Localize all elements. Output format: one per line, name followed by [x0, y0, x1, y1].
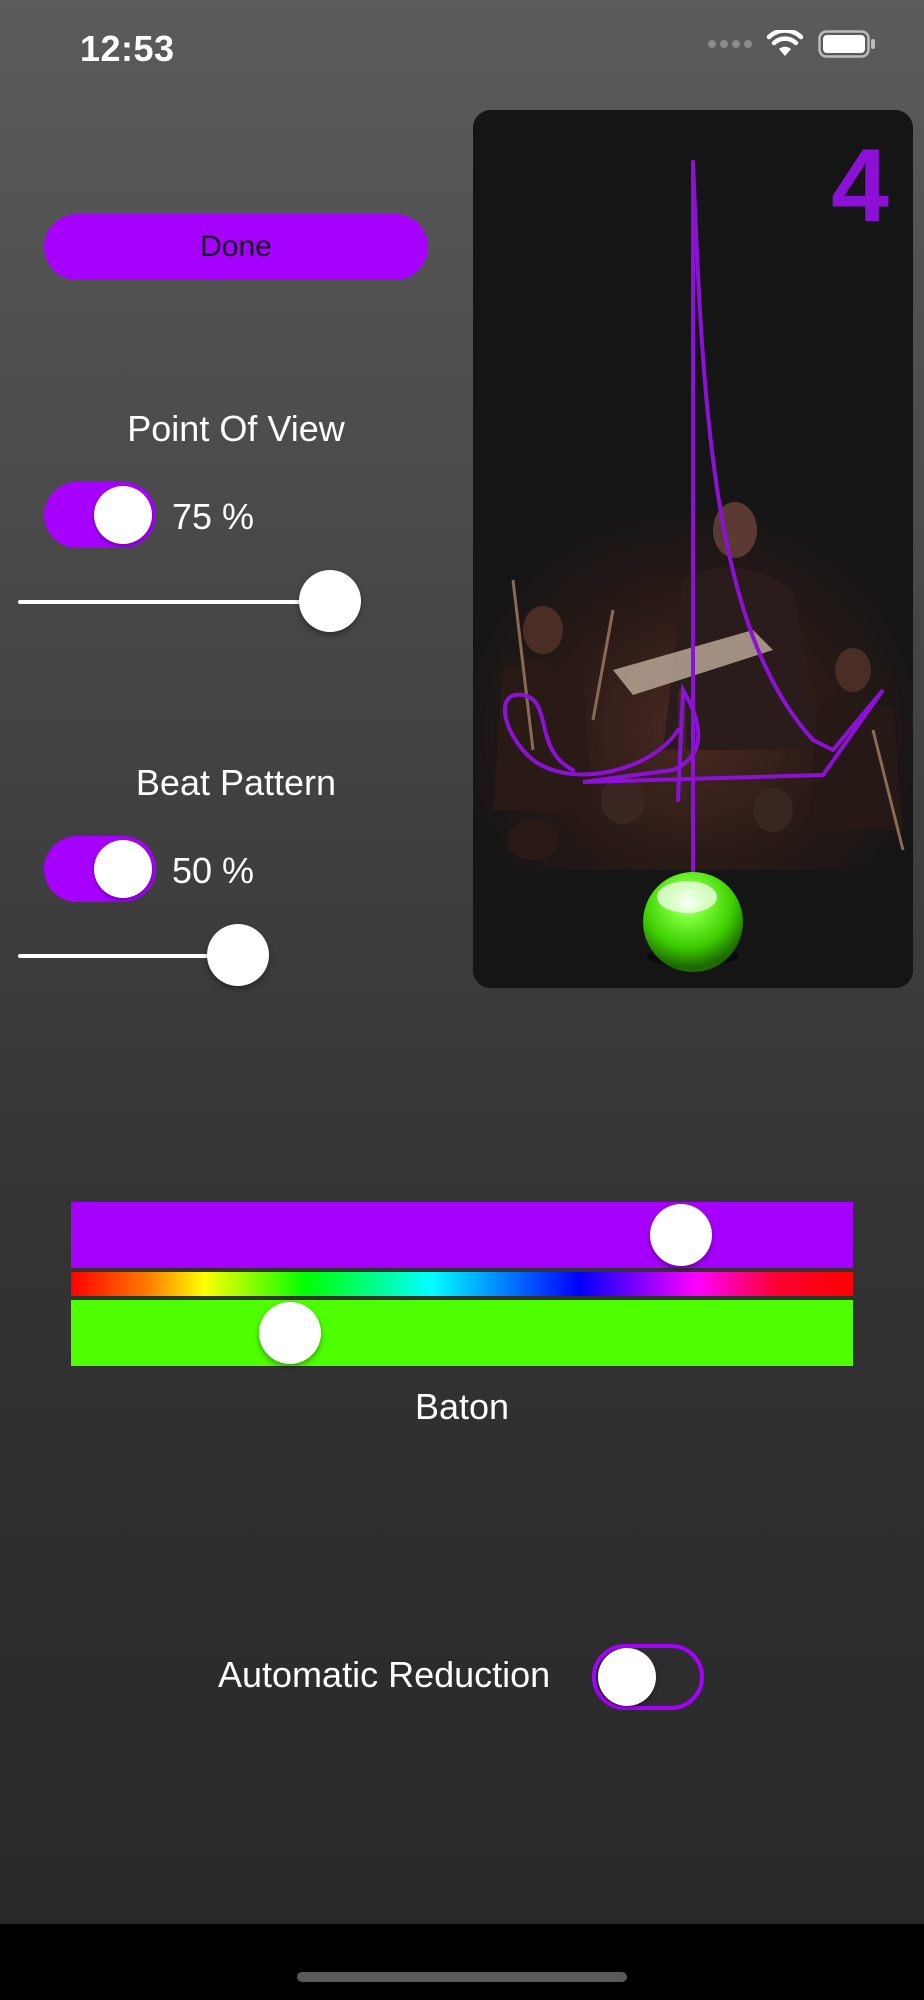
point-of-view-percent: 75 %	[172, 496, 255, 537]
wifi-icon	[766, 30, 804, 56]
baton-primary-color-thumb[interactable]	[649, 1204, 712, 1266]
point-of-view-slider-thumb[interactable]	[298, 570, 361, 632]
toggle-knob	[94, 840, 152, 898]
baton-primary-color-bar[interactable]	[71, 1202, 853, 1268]
done-button[interactable]: Done	[44, 214, 428, 280]
conductor-preview: 4	[473, 110, 913, 988]
beat-number: 4	[831, 128, 889, 244]
automatic-reduction-toggle[interactable]	[592, 1644, 704, 1710]
baton-secondary-color-bar[interactable]	[71, 1300, 853, 1366]
point-of-view-toggle[interactable]	[44, 482, 156, 548]
cellular-dots-icon	[708, 40, 752, 48]
baton-label: Baton	[414, 1386, 510, 1427]
home-indicator[interactable]	[297, 1972, 627, 1982]
point-of-view-title: Point Of View	[127, 408, 345, 449]
baton-secondary-color-thumb[interactable]	[258, 1302, 321, 1364]
hue-spectrum-bar[interactable]	[71, 1272, 853, 1296]
automatic-reduction-label: Automatic Reduction	[218, 1654, 551, 1695]
beat-pattern-slider-thumb[interactable]	[207, 924, 270, 986]
beat-pattern-percent: 50 %	[172, 850, 255, 891]
status-time: 12:53	[80, 28, 175, 69]
toggle-knob	[598, 1648, 656, 1706]
status-icons	[708, 30, 876, 58]
toggle-knob	[94, 486, 152, 544]
home-indicator-area	[0, 1924, 924, 2000]
battery-icon	[818, 30, 875, 58]
beat-pattern-title: Beat Pattern	[135, 762, 337, 803]
beat-pattern-toggle[interactable]	[44, 836, 156, 902]
